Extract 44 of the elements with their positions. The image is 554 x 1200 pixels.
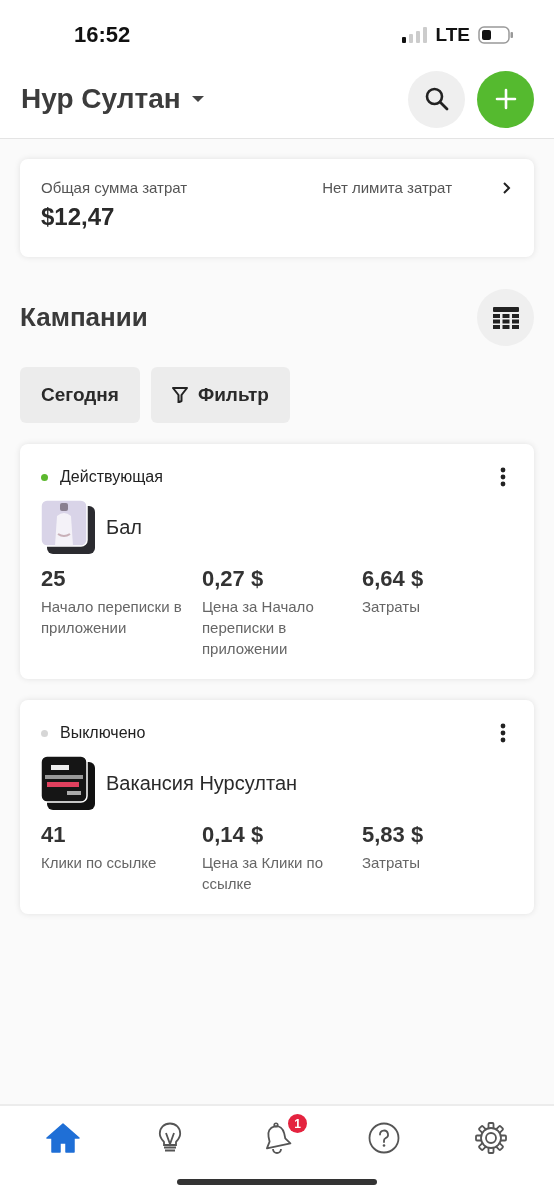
summary-label: Общая сумма затрат [41, 179, 189, 196]
limit-text: Нет лимита затрат [322, 179, 452, 196]
metric-value: 6,64 $ [362, 566, 425, 592]
more-icon [500, 723, 506, 743]
section-title: Кампании [20, 302, 148, 333]
campaign-card[interactable]: Выключено Вакансия Нурсултан 41 Клики по ссылке 0,14 $ Цена за Клики по ссылке 5,83 $ Затраты [20, 700, 534, 914]
filter-button[interactable]: Фильтр [150, 367, 290, 423]
table-icon [492, 306, 519, 329]
metric-label: Цена за Начало переписки в приложении [202, 597, 315, 659]
home-icon [46, 1122, 81, 1154]
metric-label: Цена за Клики по ссылке [202, 853, 325, 894]
status-label: Действующая [60, 468, 164, 486]
status-label: Выключено [60, 724, 147, 742]
metric-value: 0,14 $ [202, 822, 265, 848]
campaign-name: Бал [106, 515, 142, 539]
signal-icon [401, 27, 428, 43]
network-label: LTE [435, 24, 470, 46]
search-icon [423, 86, 450, 112]
chevron-right-icon [502, 181, 512, 195]
campaign-name: Вакансия Нурсултан [106, 771, 298, 795]
summary-amount: $12,47 [41, 203, 116, 231]
caret-icon [190, 95, 205, 103]
metric-label: Затраты [362, 597, 421, 617]
settings-icon [474, 1122, 507, 1154]
account-selector[interactable]: Нур Султан [21, 83, 205, 115]
metric-value: 41 [41, 822, 67, 848]
plus-icon [494, 88, 517, 110]
nav-tab[interactable]: 1 [245, 1114, 309, 1162]
help-icon [367, 1122, 400, 1154]
battery-icon [478, 26, 514, 44]
notification-badge: 1 [288, 1114, 307, 1133]
spend-summary-card[interactable]: Общая сумма затрат $12,47 Нет лимита затрат [20, 159, 534, 257]
date-range-button[interactable]: Сегодня [20, 367, 140, 423]
metric-label: Клики по ссылке [41, 853, 158, 873]
metric-value: 25 [41, 566, 67, 592]
filter-icon [171, 387, 188, 403]
metric-label: Начало переписки в приложении [41, 597, 183, 638]
metric-label: Затраты [362, 853, 421, 873]
lightbulb-icon [158, 1122, 183, 1154]
metric-value: 0,27 $ [202, 566, 265, 592]
clock-time: 16:52 [74, 22, 131, 48]
campaign-card[interactable]: Действующая Бал 25 Начало переписки в приложении 0,27 $ Цена за Начало переписки в приложении 6,64 $ Затраты [20, 444, 534, 679]
more-icon [500, 467, 506, 487]
metric-value: 5,83 $ [362, 822, 425, 848]
